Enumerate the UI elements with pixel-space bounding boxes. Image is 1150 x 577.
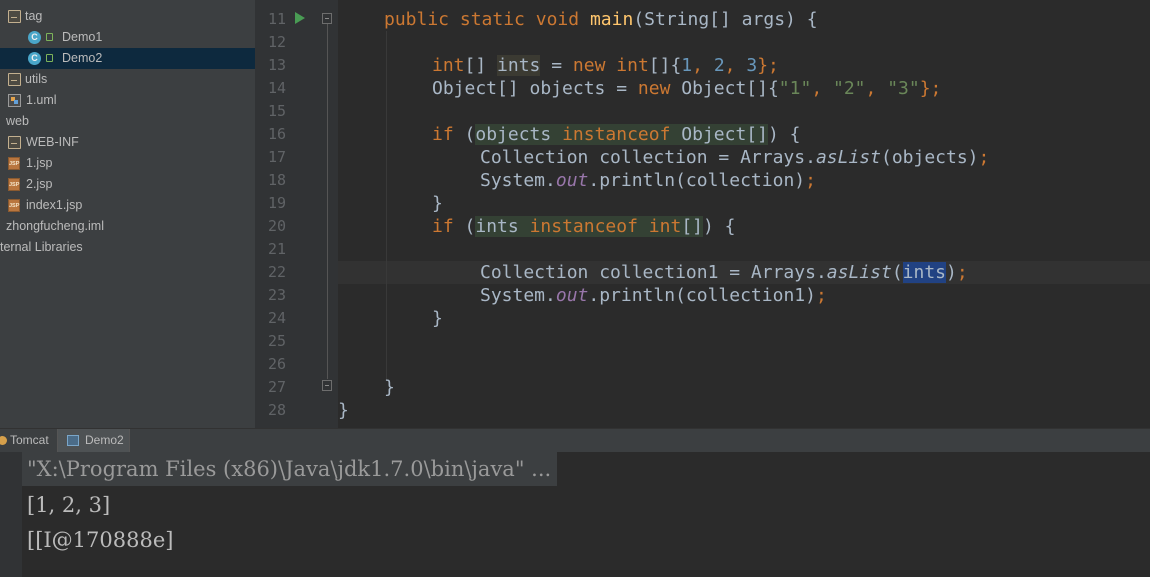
code-line-27: } bbox=[384, 377, 395, 398]
line-number: 12 bbox=[267, 33, 286, 51]
tree-item-label: 1.uml bbox=[26, 93, 57, 107]
run-tool-window-tabs: Tomcat Demo2 bbox=[0, 428, 1150, 452]
line-number: 23 bbox=[267, 286, 286, 304]
code-line-20: if (ints instanceof int[]) { bbox=[432, 216, 736, 237]
uml-file-icon bbox=[8, 94, 21, 107]
code-line-22: Collection collection1 = Arrays.asList(i… bbox=[480, 262, 968, 283]
line-number: 17 bbox=[267, 148, 286, 166]
tree-item-2-jsp[interactable]: JSP 2.jsp bbox=[0, 174, 255, 195]
jsp-file-icon: JSP bbox=[8, 178, 20, 191]
line-number: 15 bbox=[267, 102, 286, 120]
code-line-23: System.out.println(collection1); bbox=[480, 285, 827, 306]
console-output-line: [[I@170888e] bbox=[27, 528, 174, 552]
code-line-14: Object[] objects = new Object[]{"1", "2"… bbox=[432, 78, 942, 99]
fold-icon[interactable] bbox=[322, 380, 332, 391]
line-number: 22 bbox=[267, 263, 286, 281]
run-main-icon[interactable] bbox=[295, 12, 305, 24]
application-icon bbox=[67, 435, 79, 446]
line-number: 19 bbox=[267, 194, 286, 212]
tree-item-label: 2.jsp bbox=[26, 177, 53, 191]
editor-gutter: 11 12 13 14 15 16 17 18 19 20 21 22 23 2… bbox=[255, 0, 338, 428]
tree-item-label: ternal Libraries bbox=[0, 240, 83, 254]
tree-item-label: Demo2 bbox=[62, 51, 103, 65]
lock-icon bbox=[46, 54, 53, 62]
project-tree: tag C Demo1 C Demo2 utils 1.uml web WEB-… bbox=[0, 0, 255, 428]
folder-icon bbox=[8, 136, 21, 149]
line-number: 13 bbox=[267, 56, 286, 74]
tree-item-label: zhongfucheng.iml bbox=[6, 219, 104, 233]
tab-tomcat[interactable]: Tomcat bbox=[0, 429, 56, 452]
tree-item-utils[interactable]: utils bbox=[0, 69, 255, 90]
tree-item-index1-jsp[interactable]: JSP index1.jsp bbox=[0, 195, 255, 216]
line-number: 25 bbox=[267, 332, 286, 350]
tree-item-1-jsp[interactable]: JSP 1.jsp bbox=[0, 153, 255, 174]
tree-item-label: index1.jsp bbox=[26, 198, 83, 212]
lock-icon bbox=[46, 33, 53, 41]
tree-item-web-inf[interactable]: WEB-INF bbox=[0, 132, 255, 153]
tree-item-label: utils bbox=[25, 72, 48, 86]
tree-item-label: Demo1 bbox=[62, 30, 103, 44]
line-number: 28 bbox=[267, 401, 286, 419]
fold-icon[interactable] bbox=[322, 13, 332, 24]
jsp-file-icon: JSP bbox=[8, 157, 20, 170]
line-number: 20 bbox=[267, 217, 286, 235]
indent-guide bbox=[386, 31, 387, 381]
tree-item-tag[interactable]: tag bbox=[0, 6, 255, 27]
console-output[interactable]: "X:\Program Files (x86)\Java\jdk1.7.0\bi… bbox=[0, 452, 1150, 577]
tree-item-web[interactable]: web bbox=[0, 111, 255, 132]
tree-item-1-uml[interactable]: 1.uml bbox=[0, 90, 255, 111]
line-number: 16 bbox=[267, 125, 286, 143]
folder-icon bbox=[8, 10, 21, 23]
line-number: 18 bbox=[267, 171, 286, 189]
tree-item-label: tag bbox=[25, 9, 43, 23]
tree-item-label: 1.jsp bbox=[26, 156, 53, 170]
tree-item-demo1[interactable]: C Demo1 bbox=[0, 27, 255, 48]
line-number: 14 bbox=[267, 79, 286, 97]
code-line-18: System.out.println(collection); bbox=[480, 170, 816, 191]
folder-icon bbox=[8, 73, 21, 86]
tree-item-label: WEB-INF bbox=[26, 135, 79, 149]
tree-item-demo2[interactable]: C Demo2 bbox=[0, 48, 255, 69]
tree-item-external-libraries[interactable]: ternal Libraries bbox=[0, 237, 255, 258]
code-line-13: int[] ints = new int[]{1, 2, 3}; bbox=[432, 55, 779, 76]
tree-item-label: web bbox=[6, 114, 29, 128]
console-command-line: "X:\Program Files (x86)\Java\jdk1.7.0\bi… bbox=[22, 452, 558, 486]
line-number: 24 bbox=[267, 309, 286, 327]
line-number: 21 bbox=[267, 240, 286, 258]
fold-guide bbox=[327, 24, 328, 379]
code-line-24: } bbox=[432, 308, 443, 329]
code-line-28: } bbox=[338, 400, 349, 421]
line-number: 11 bbox=[267, 10, 286, 28]
code-line-11: public static void main(String[] args) { bbox=[384, 9, 818, 30]
code-editor[interactable]: public static void main(String[] args) {… bbox=[338, 0, 1150, 428]
java-class-icon: C bbox=[28, 31, 41, 44]
jsp-file-icon: JSP bbox=[8, 199, 20, 212]
tomcat-icon bbox=[0, 436, 7, 445]
console-gutter bbox=[0, 452, 22, 577]
code-line-19: } bbox=[432, 193, 443, 214]
tab-demo2[interactable]: Demo2 bbox=[57, 429, 130, 452]
code-line-17: Collection collection = Arrays.asList(ob… bbox=[480, 147, 990, 168]
java-class-icon: C bbox=[28, 52, 41, 65]
tree-item-iml[interactable]: zhongfucheng.iml bbox=[0, 216, 255, 237]
code-line-16: if (objects instanceof Object[]) { bbox=[432, 124, 801, 145]
tab-label: Demo2 bbox=[85, 433, 124, 447]
line-number: 26 bbox=[267, 355, 286, 373]
console-output-line: [1, 2, 3] bbox=[27, 493, 111, 517]
line-number: 27 bbox=[267, 378, 286, 396]
tab-label: Tomcat bbox=[10, 433, 49, 447]
